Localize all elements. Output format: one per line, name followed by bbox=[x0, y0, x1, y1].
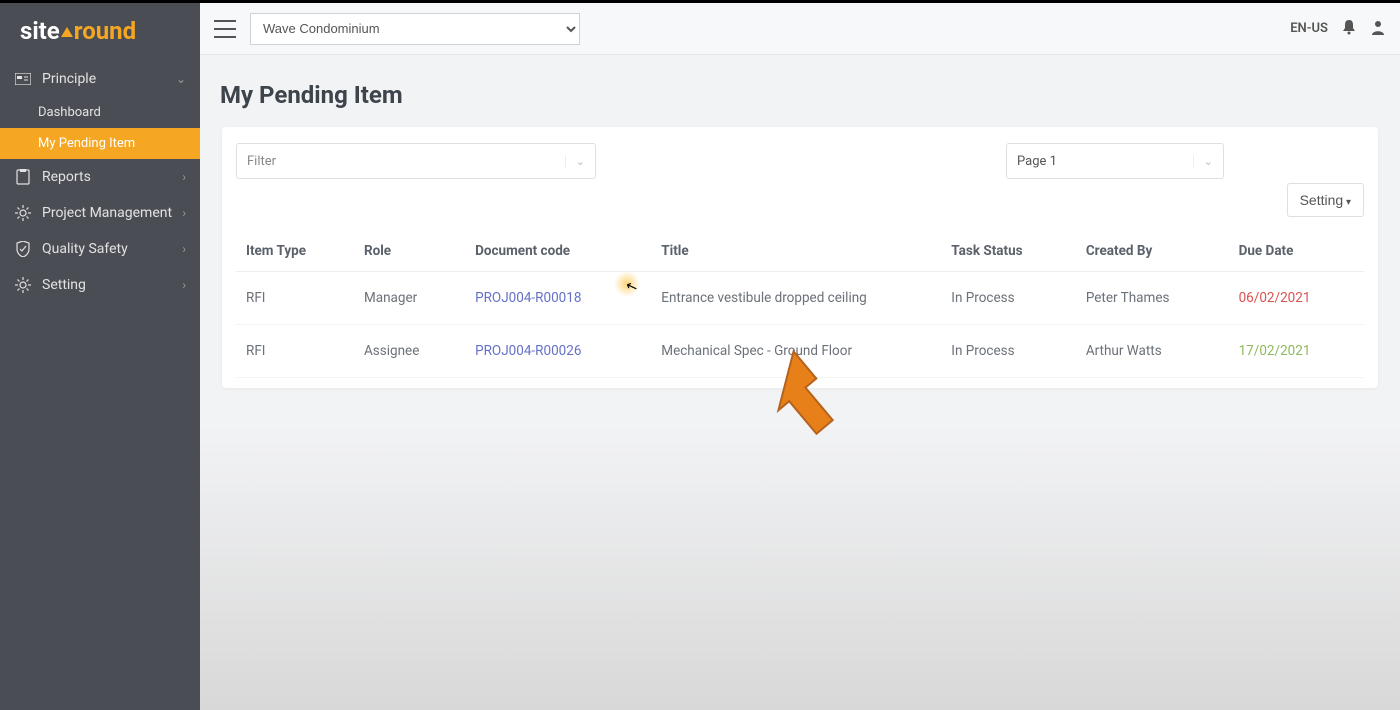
nav-sub-my-pending-item[interactable]: My Pending Item bbox=[0, 128, 200, 159]
cell-role: Manager bbox=[354, 272, 465, 325]
topbar: Wave Condominium EN-US bbox=[200, 3, 1400, 55]
brand-logo: site round bbox=[0, 3, 200, 61]
chevron-right-icon: › bbox=[182, 170, 186, 184]
col-document-code[interactable]: Document code bbox=[465, 231, 651, 272]
hamburger-menu[interactable] bbox=[214, 20, 236, 38]
chevron-right-icon: › bbox=[182, 206, 186, 220]
sidebar: site round Principle ⌄ Dashboard My Pendi… bbox=[0, 3, 200, 710]
bell-icon[interactable] bbox=[1342, 19, 1356, 39]
chevron-right-icon: › bbox=[182, 278, 186, 292]
chevron-down-icon: ⌄ bbox=[565, 155, 585, 168]
cell-task-status: In Process bbox=[941, 325, 1076, 378]
nav-principle[interactable]: Principle ⌄ bbox=[0, 61, 200, 97]
shield-icon bbox=[14, 241, 32, 257]
locale-selector[interactable]: EN-US bbox=[1290, 21, 1328, 36]
brand-part1: site bbox=[20, 17, 60, 45]
cell-title: Entrance vestibule dropped ceiling bbox=[651, 272, 941, 325]
cell-created-by: Peter Thames bbox=[1076, 272, 1229, 325]
nav-reports[interactable]: Reports › bbox=[0, 159, 200, 195]
chevron-down-icon: ⌄ bbox=[176, 72, 186, 86]
table-row[interactable]: RFI Manager PROJ004-R00018 Entrance vest… bbox=[236, 272, 1364, 325]
table-setting-button[interactable]: Setting bbox=[1287, 183, 1364, 217]
id-card-icon bbox=[14, 73, 32, 85]
cell-document-code-link[interactable]: PROJ004-R00026 bbox=[465, 325, 651, 378]
nav-label: Setting bbox=[42, 277, 86, 293]
gear-icon bbox=[14, 277, 32, 293]
chevron-right-icon: › bbox=[182, 242, 186, 256]
cell-created-by: Arthur Watts bbox=[1076, 325, 1229, 378]
nav-setting[interactable]: Setting › bbox=[0, 267, 200, 303]
gear-icon bbox=[14, 205, 32, 221]
chevron-down-icon: ⌄ bbox=[1193, 155, 1213, 168]
brand-part2: round bbox=[74, 17, 136, 45]
page-label: Page 1 bbox=[1017, 154, 1057, 169]
nav-label: Project Management bbox=[42, 205, 172, 221]
col-role[interactable]: Role bbox=[354, 231, 465, 272]
cell-title: Mechanical Spec - Ground Floor bbox=[651, 325, 941, 378]
col-title[interactable]: Title bbox=[651, 231, 941, 272]
user-icon[interactable] bbox=[1370, 19, 1386, 39]
topbar-right: EN-US bbox=[1290, 19, 1386, 39]
filter-bar: Filter ⌄ Page 1 ⌄ bbox=[236, 143, 1364, 179]
brand-triangle-icon bbox=[61, 27, 73, 37]
nav-sub-dashboard[interactable]: Dashboard bbox=[0, 97, 200, 128]
page-title: My Pending Item bbox=[200, 55, 1400, 119]
col-due-date[interactable]: Due Date bbox=[1229, 231, 1364, 272]
nav-project-management[interactable]: Project Management › bbox=[0, 195, 200, 231]
filter-placeholder: Filter bbox=[247, 154, 276, 169]
project-select[interactable]: Wave Condominium bbox=[250, 13, 580, 45]
nav-sub-label: Dashboard bbox=[38, 105, 101, 120]
table-header-row: Item Type Role Document code Title Task … bbox=[236, 231, 1364, 272]
nav-label: Reports bbox=[42, 169, 91, 185]
table-row[interactable]: RFI Assignee PROJ004-R00026 Mechanical S… bbox=[236, 325, 1364, 378]
cell-item-type: RFI bbox=[236, 272, 354, 325]
pending-table: Item Type Role Document code Title Task … bbox=[236, 231, 1364, 378]
cell-role: Assignee bbox=[354, 325, 465, 378]
col-task-status[interactable]: Task Status bbox=[941, 231, 1076, 272]
col-item-type[interactable]: Item Type bbox=[236, 231, 354, 272]
col-created-by[interactable]: Created By bbox=[1076, 231, 1229, 272]
clipboard-icon bbox=[14, 169, 32, 185]
cell-item-type: RFI bbox=[236, 325, 354, 378]
cell-due-date: 17/02/2021 bbox=[1229, 325, 1364, 378]
nav-quality-safety[interactable]: Quality Safety › bbox=[0, 231, 200, 267]
main-content: Wave Condominium EN-US My Pending Item F… bbox=[200, 3, 1400, 710]
page-dropdown[interactable]: Page 1 ⌄ bbox=[1006, 143, 1224, 179]
nav-label: Principle bbox=[42, 71, 96, 87]
content-card: Filter ⌄ Page 1 ⌄ Item Type Role Documen… bbox=[222, 127, 1378, 388]
filter-dropdown[interactable]: Filter ⌄ bbox=[236, 143, 596, 179]
nav-sub-label: My Pending Item bbox=[38, 136, 135, 151]
cell-task-status: In Process bbox=[941, 272, 1076, 325]
nav-label: Quality Safety bbox=[42, 241, 128, 257]
cell-due-date: 06/02/2021 bbox=[1229, 272, 1364, 325]
cell-document-code-link[interactable]: PROJ004-R00018 bbox=[465, 272, 651, 325]
